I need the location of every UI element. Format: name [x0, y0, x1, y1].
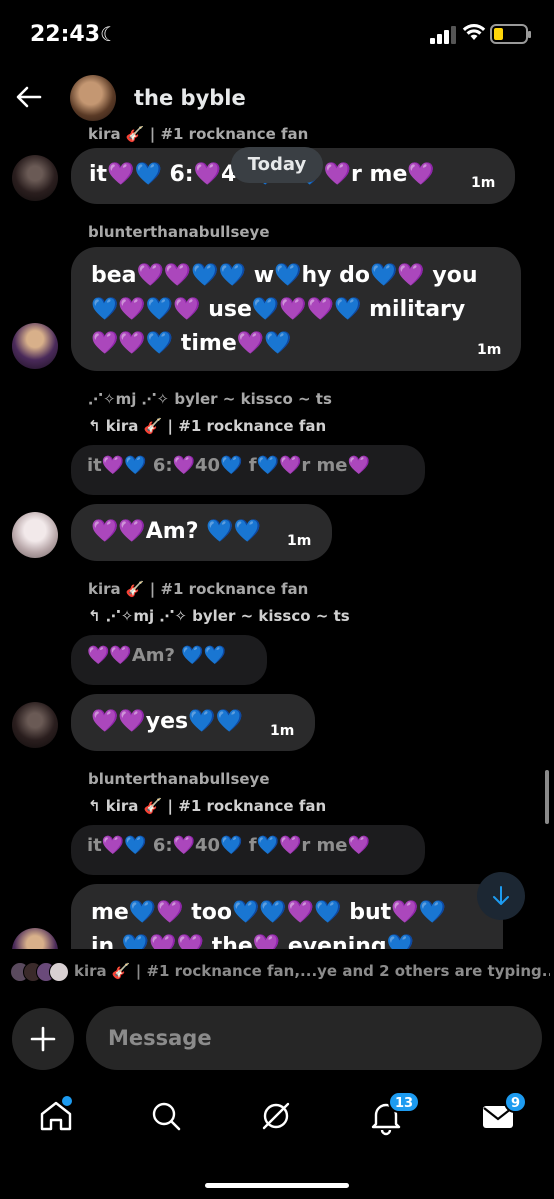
message-bubble[interactable]: 💜💜yes💙💙 1m: [71, 694, 315, 751]
message-bubble[interactable]: bea💜💜💙💙 w💙hy do💙💜 you 💙💜💙💜 use💙💜💜💙 milit…: [71, 247, 521, 371]
home-indicator: [205, 1183, 349, 1188]
search-icon: [152, 1102, 181, 1131]
avatar[interactable]: [12, 323, 58, 369]
arrow-down-icon: [493, 886, 509, 905]
message-time: 1m: [471, 175, 496, 191]
avatar: [49, 962, 69, 982]
date-divider: Today: [231, 147, 323, 183]
avatar[interactable]: [12, 928, 58, 949]
quoted-message[interactable]: it💜💙 6:💜40💙 f💙💜r me💜: [71, 445, 425, 495]
nav-home[interactable]: [34, 1094, 78, 1138]
message-sender: kira 🎸 | #1 rocknance fan: [88, 580, 309, 598]
moon-icon: ☾: [100, 22, 118, 46]
battery-icon: [490, 24, 531, 44]
reply-to-name: kira 🎸 | #1 rocknance fan: [105, 797, 327, 815]
plus-icon: [30, 1026, 56, 1052]
message-text: 💜💜yes💙💙: [91, 709, 243, 734]
avatar[interactable]: [12, 512, 58, 558]
nav-notifications[interactable]: 13: [364, 1091, 421, 1138]
message-line: 💜💜💙 time💜💙: [91, 331, 292, 356]
reply-icon: ↰: [88, 417, 106, 435]
nav-messages[interactable]: 9: [476, 1091, 528, 1138]
notifications-badge: 13: [388, 1091, 421, 1113]
reply-icon: ↰: [88, 607, 106, 625]
status-time: 22:43: [30, 22, 101, 47]
attach-button[interactable]: [12, 1008, 74, 1070]
message-line: me💙💜 too💙💙💜💙 but💜💙: [91, 900, 446, 925]
reply-context: ↰ ⋰✧mj ⋰✧ byler ~ kissco ~ ts: [88, 607, 350, 625]
nav-search[interactable]: [144, 1094, 188, 1138]
message-line: bea💜💜💙💙 w💙hy do💙💜 you: [91, 263, 478, 288]
group-avatar[interactable]: [70, 75, 116, 121]
message-sender: blunterthanabullseye: [88, 770, 270, 788]
message-line: 💙💜💙💜 use💙💜💜💙 military: [91, 297, 466, 322]
typing-text: kira 🎸 | #1 rocknance fan,...ye and 2 ot…: [74, 962, 550, 980]
reply-context: ↰ kira 🎸 | #1 rocknance fan: [88, 797, 326, 815]
message-list[interactable]: kira 🎸 | #1 rocknance fan it💜💙 6:💜40💙 f💙…: [0, 126, 554, 949]
avatar[interactable]: [12, 155, 58, 201]
message-sender: ⋰✧mj ⋰✧ byler ~ kissco ~ ts: [88, 390, 332, 408]
reply-to-name: kira 🎸 | #1 rocknance fan: [105, 417, 327, 435]
message-bubble[interactable]: me💙💜 too💙💙💜💙 but💜💙 in 💙💜💜 the💜 evening💙: [71, 884, 503, 949]
signal-icon: [430, 26, 456, 44]
message-time: 1m: [477, 342, 502, 358]
message-line: in 💙💜💜 the💜 evening💙: [91, 934, 415, 949]
scrollbar[interactable]: [545, 770, 549, 824]
avatar[interactable]: [12, 702, 58, 748]
message-time: 1m: [287, 533, 312, 549]
conversation-header: the byble: [0, 72, 554, 126]
quoted-message[interactable]: 💜💜Am? 💙💙: [71, 635, 267, 685]
reply-icon: ↰: [88, 797, 106, 815]
scroll-to-bottom-button[interactable]: [477, 872, 525, 920]
nav-grok[interactable]: [254, 1094, 298, 1138]
conversation-title[interactable]: the byble: [134, 86, 246, 110]
typing-indicator: kira 🎸 | #1 rocknance fan,...ye and 2 ot…: [10, 958, 550, 986]
message-text: 💜💜Am? 💙💙: [91, 519, 261, 544]
messages-badge: 9: [504, 1091, 528, 1113]
reply-to-name: ⋰✧mj ⋰✧ byler ~ kissco ~ ts: [105, 607, 350, 625]
back-arrow-icon[interactable]: [14, 82, 44, 112]
reply-context: ↰ kira 🎸 | #1 rocknance fan: [88, 417, 326, 435]
wifi-icon: [462, 24, 486, 40]
bottom-nav: 13 9: [0, 1086, 554, 1146]
message-input[interactable]: [86, 1006, 542, 1070]
message-sender: blunterthanabullseye: [88, 223, 270, 241]
grok-icon: [262, 1102, 290, 1130]
status-bar: 22:43 ☾: [0, 0, 554, 70]
quoted-message[interactable]: it💜💙 6:💜40💙 f💙💜r me💜: [71, 825, 425, 875]
message-bubble[interactable]: 💜💜Am? 💙💙 1m: [71, 504, 332, 561]
unread-dot: [62, 1096, 72, 1106]
message-sender: kira 🎸 | #1 rocknance fan: [88, 126, 309, 143]
message-time: 1m: [270, 723, 295, 739]
